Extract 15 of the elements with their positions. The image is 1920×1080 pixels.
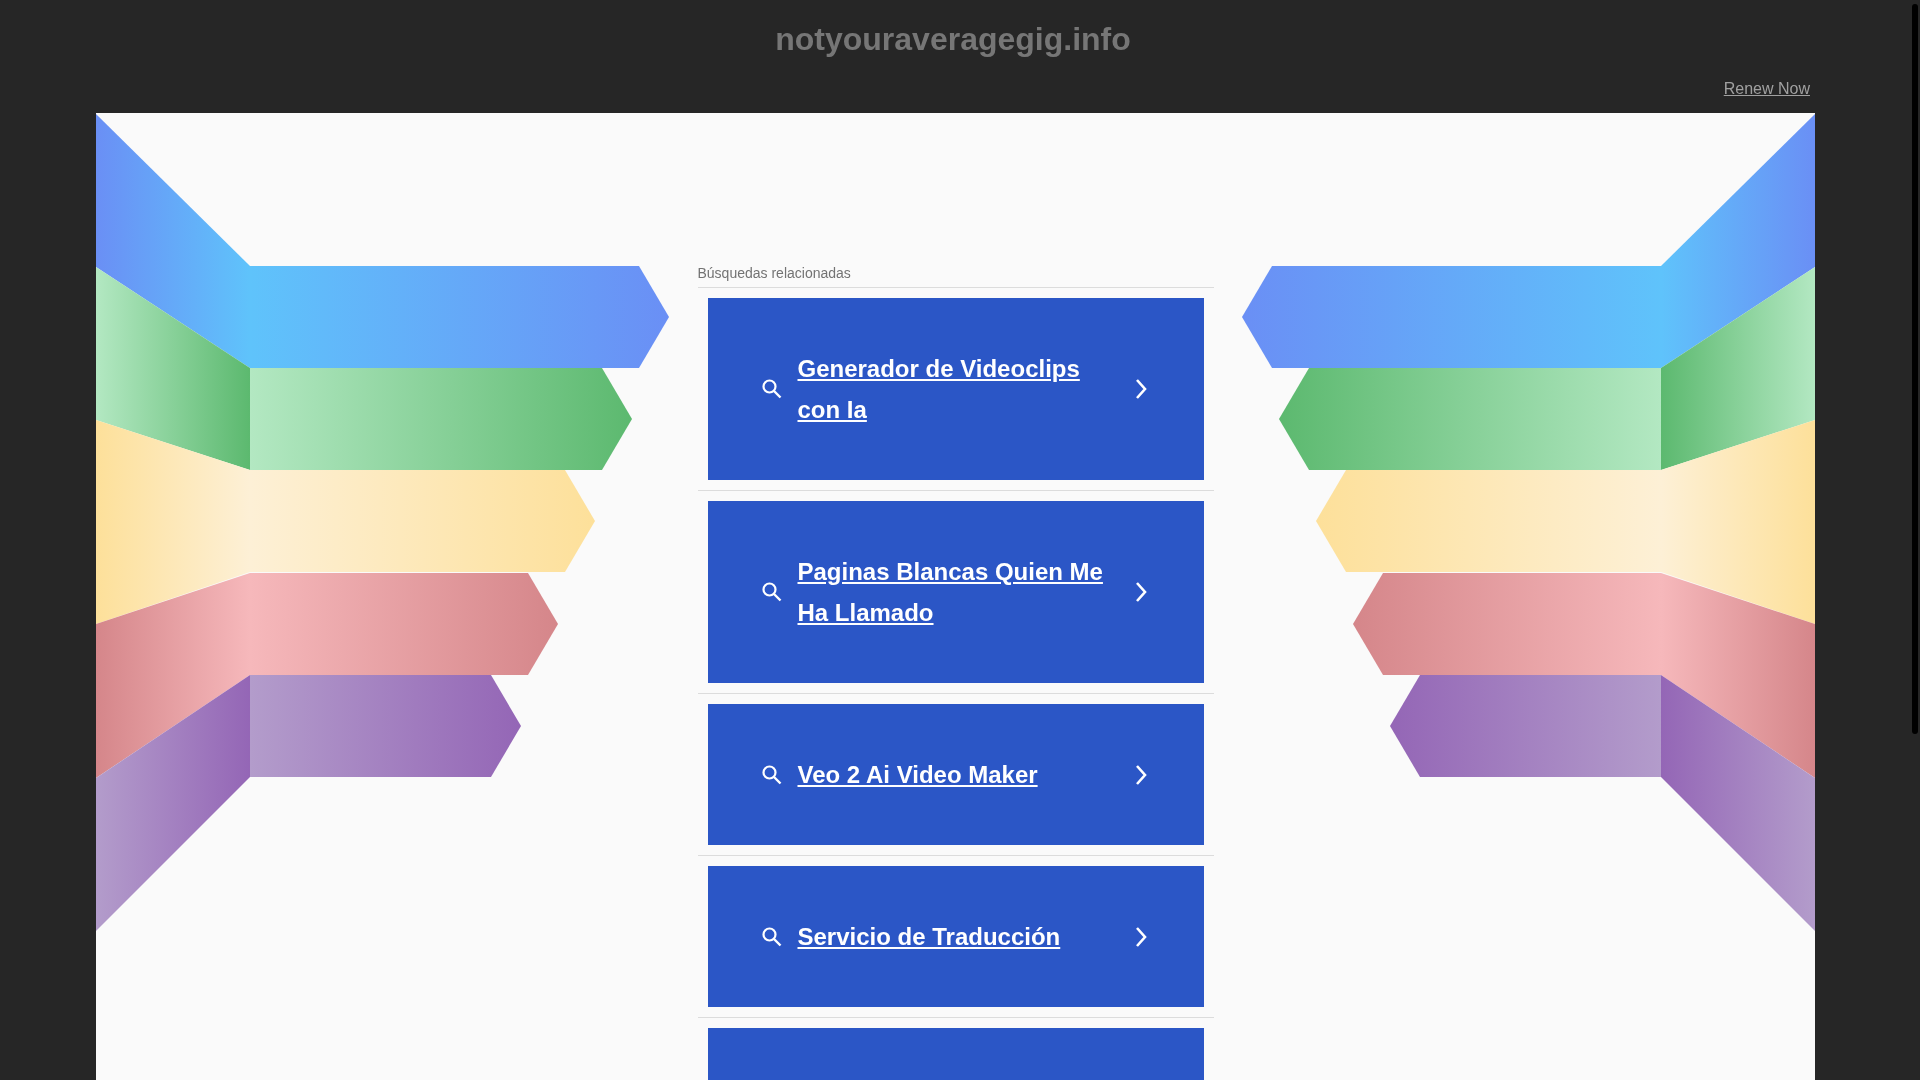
- related-searches-heading: Búsquedas relacionadas: [697, 265, 1214, 288]
- search-icon: [759, 762, 784, 787]
- search-link-card[interactable]: Paginas Blancas Quien Me Ha Llamado: [707, 501, 1204, 683]
- search-link-card[interactable]: Veo 2 Ai Video Maker: [707, 704, 1204, 845]
- search-link-card[interactable]: Generador de Videoclips con Ia: [707, 298, 1204, 480]
- renew-now-link[interactable]: Renew Now: [1723, 80, 1810, 98]
- chevron-icon: [1133, 925, 1148, 948]
- chevron-icon: [1133, 378, 1148, 400]
- domain-title: notyouraveragegig.info: [775, 20, 1131, 58]
- search-icon: [759, 580, 784, 604]
- chevron-icon: [1133, 581, 1148, 603]
- search-icon: [759, 924, 784, 949]
- search-icon: [759, 377, 784, 401]
- chevron-icon: [1133, 763, 1148, 786]
- search-link-card[interactable]: Servicio de Traducción: [707, 866, 1204, 1007]
